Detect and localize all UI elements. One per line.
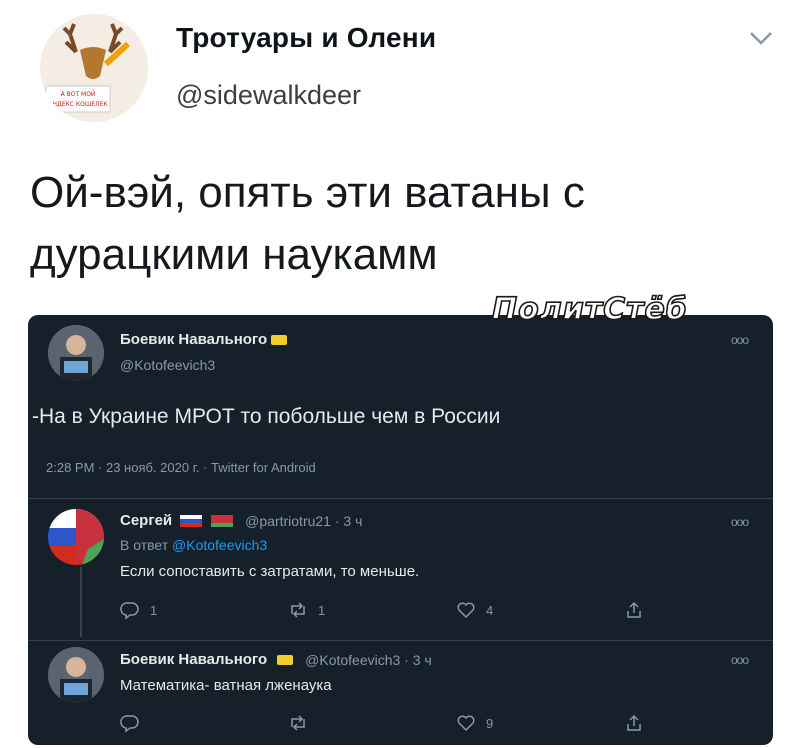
reply-action[interactable] — [120, 713, 150, 733]
emoji-flag-icon — [277, 654, 294, 665]
person-photo-icon — [48, 647, 104, 703]
reply-header: Боевик Навального @Kotofeevich3 · 3 ч — [120, 651, 432, 668]
divider — [28, 498, 773, 499]
chevron-down-icon[interactable] — [748, 28, 774, 48]
deer-avatar-image: А ВОТ МОЙ ЯНДЕКС КОШЕЛЕК — [40, 14, 148, 122]
avatar[interactable] — [48, 647, 104, 703]
tweet-text: Ой-вэй, опять эти ватаны с дурацкими нау… — [30, 168, 585, 279]
share-action[interactable] — [624, 713, 644, 733]
author-handle[interactable]: @sidewalkdeer — [176, 80, 361, 111]
emoji-flag-icon — [271, 335, 288, 346]
more-dots-icon[interactable]: ooo — [731, 653, 749, 667]
svg-text:А ВОТ МОЙ: А ВОТ МОЙ — [61, 91, 96, 98]
heart-icon — [457, 602, 475, 619]
divider — [28, 640, 773, 641]
share-action[interactable] — [624, 600, 644, 620]
flag-ru-icon — [180, 514, 203, 527]
tweet-meta: 2:28 PM · 23 нояб. 2020 г. · Twitter for… — [46, 460, 316, 475]
share-icon — [627, 714, 641, 731]
reply-icon — [120, 602, 139, 620]
author-name[interactable]: Тротуары и Олени — [176, 22, 436, 54]
reply-icon — [120, 715, 139, 733]
reply-context: В ответ @Kotofeevich3 — [120, 537, 268, 553]
avatar[interactable] — [48, 509, 104, 565]
reply-to-link[interactable]: @Kotofeevich3 — [172, 537, 267, 553]
reply-action[interactable]: 1 — [120, 600, 157, 620]
reply-text: Математика- ватная лженаука — [120, 677, 332, 694]
flag-by-icon — [211, 514, 234, 527]
retweet-icon — [291, 602, 305, 618]
reply-header: Сергей @partriotru21 · 3 ч — [120, 512, 362, 529]
like-action[interactable]: 9 — [456, 713, 493, 733]
retweet-icon — [291, 715, 305, 731]
reply-text: Если сопоставить с затратами, то меньше. — [120, 563, 420, 580]
retweet-action[interactable]: 1 — [288, 600, 325, 620]
avatar[interactable] — [48, 325, 104, 381]
avatar-deer[interactable]: А ВОТ МОЙ ЯНДЕКС КОШЕЛЕК — [40, 14, 148, 122]
watermark-text: ПолитСтёб — [491, 291, 688, 328]
person-photo-icon — [48, 325, 104, 381]
thread-line — [80, 567, 82, 637]
tweet-handle[interactable]: @Kotofeevich3 — [120, 357, 215, 373]
reply-author[interactable]: Сергей — [120, 512, 172, 529]
embedded-screenshot: Боевик Навального @Kotofeevich3 ooo -На … — [28, 315, 773, 745]
share-icon — [627, 601, 641, 618]
retweet-action[interactable] — [288, 713, 318, 733]
reply-author[interactable]: Боевик Навального — [120, 651, 267, 668]
tweet-author[interactable]: Боевик Навального — [120, 331, 288, 348]
svg-text:ЯНДЕКС КОШЕЛЕК: ЯНДЕКС КОШЕЛЕК — [48, 101, 108, 108]
flag-avatar-icon — [48, 509, 104, 565]
more-dots-icon[interactable]: ooo — [731, 333, 749, 347]
main-tweet-text: -На в Украине МРОТ то побольше чем в Рос… — [32, 405, 501, 428]
heart-icon — [457, 715, 475, 732]
more-dots-icon[interactable]: ooo — [731, 515, 749, 529]
reply-handle-time[interactable]: @partriotru21 · 3 ч — [245, 513, 362, 529]
reply-handle-time[interactable]: @Kotofeevich3 · 3 ч — [305, 652, 432, 668]
like-action[interactable]: 4 — [456, 600, 493, 620]
